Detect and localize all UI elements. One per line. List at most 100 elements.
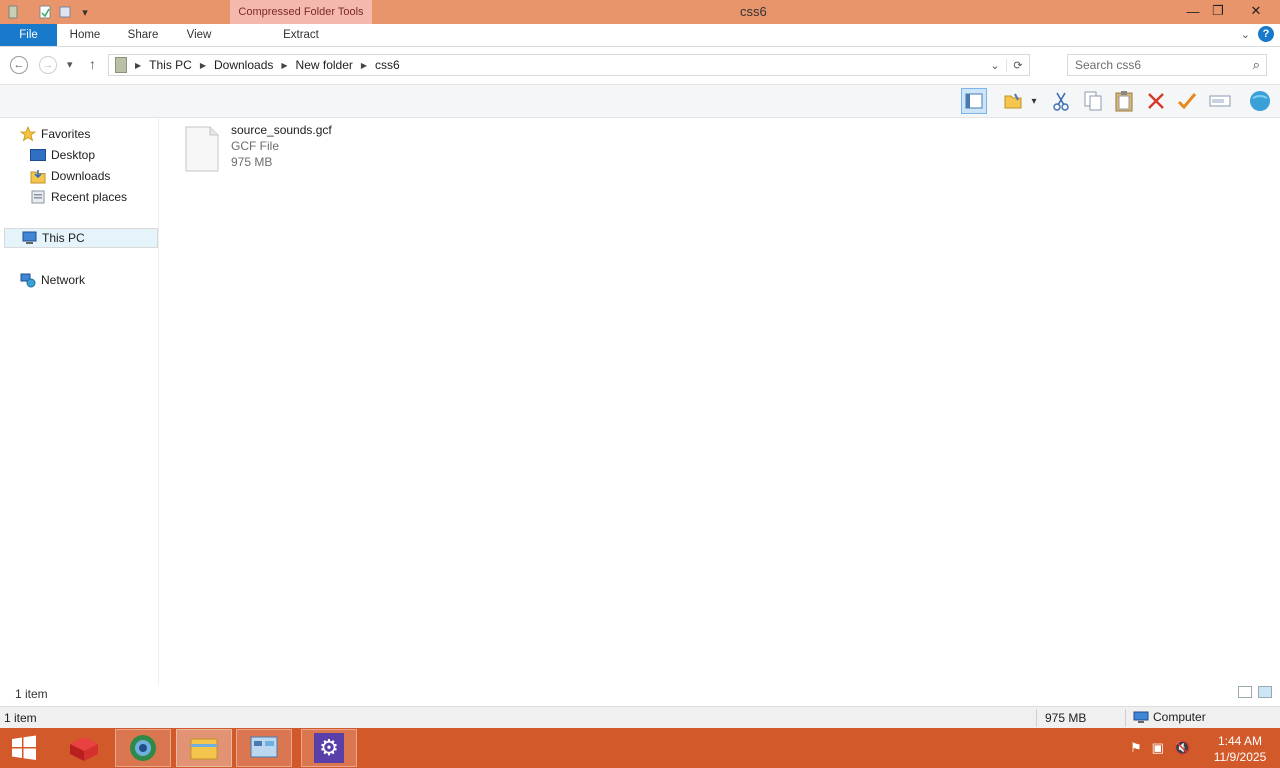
status-size: 975 MB: [1045, 711, 1087, 725]
folder-icon: [190, 738, 218, 760]
taskbar-file-explorer[interactable]: [176, 729, 232, 767]
app-box-icon: [70, 737, 98, 761]
nav-favorites-label: Favorites: [41, 127, 91, 141]
search-icon[interactable]: ⌕: [1253, 57, 1260, 73]
computer-icon: [1133, 711, 1149, 723]
nav-desktop[interactable]: Desktop: [30, 145, 95, 165]
back-button[interactable]: ←: [10, 56, 28, 74]
item-count: 1 item: [15, 687, 48, 701]
help-icon[interactable]: ?: [1258, 26, 1274, 42]
taskbar-control-panel[interactable]: [236, 729, 292, 767]
breadcrumb-separator-icon[interactable]: ▶: [135, 61, 141, 70]
clock[interactable]: 1:44 AM 11/9/2025: [1205, 733, 1275, 765]
nav-favorites[interactable]: Favorites: [20, 124, 90, 144]
large-icons-view-icon[interactable]: [1258, 686, 1272, 698]
breadcrumb-downloads[interactable]: Downloads: [214, 58, 273, 72]
tab-view[interactable]: View: [175, 24, 223, 46]
computer-icon: [21, 231, 37, 245]
taskbar-browser[interactable]: [115, 729, 171, 767]
windows-logo-icon: [12, 735, 36, 760]
details-view-icon[interactable]: [1238, 686, 1252, 698]
nav-recent-places[interactable]: Recent places: [30, 187, 127, 207]
title-bar: ▾ Compressed Folder Tools css6 — ❐ ✕: [0, 0, 1280, 24]
breadcrumb-separator-icon[interactable]: ▶: [361, 61, 367, 70]
cut-icon[interactable]: [1048, 88, 1074, 114]
check-icon[interactable]: [1174, 88, 1200, 114]
delete-icon[interactable]: [1143, 88, 1169, 114]
refresh-icon[interactable]: ⟳: [1006, 58, 1029, 72]
quick-access-toolbar: ▾: [0, 0, 92, 24]
nav-desktop-label: Desktop: [51, 148, 96, 162]
address-bar[interactable]: ▶ This PC ▶ Downloads ▶ New folder ▶ css…: [108, 54, 1030, 76]
tab-file[interactable]: File: [0, 24, 57, 46]
status-divider: [1036, 709, 1037, 727]
nav-this-pc-label: This PC: [42, 231, 85, 245]
window-title: css6: [740, 4, 767, 19]
nav-network[interactable]: Network: [20, 270, 85, 290]
breadcrumb: ▶ This PC ▶ Downloads ▶ New folder ▶ css…: [127, 58, 400, 72]
properties-icon[interactable]: [38, 5, 52, 19]
forward-arrow-icon: →: [42, 59, 54, 71]
folder-icon[interactable]: [1000, 88, 1026, 114]
window-menu-icon[interactable]: [6, 5, 20, 19]
breadcrumb-this-pc[interactable]: This PC: [149, 58, 192, 72]
system-tray: ⚑ ▣ 🔇: [1130, 728, 1190, 768]
up-button[interactable]: ↑: [89, 56, 96, 72]
nav-recent-places-label: Recent places: [51, 190, 128, 204]
command-toolbar: ▾: [0, 84, 1280, 118]
file-type: GCF File: [231, 139, 279, 153]
close-button[interactable]: ✕: [1234, 0, 1278, 22]
view-toggles: [1238, 686, 1272, 698]
address-dropdown-icon[interactable]: ⌄: [984, 59, 1006, 72]
status-item-count: 1 item: [4, 711, 37, 725]
forward-button[interactable]: →: [39, 56, 57, 74]
clock-date: 11/9/2025: [1213, 750, 1267, 764]
nav-network-label: Network: [41, 273, 86, 287]
back-arrow-icon: ←: [13, 59, 25, 71]
paste-icon[interactable]: [1111, 88, 1137, 114]
new-folder-icon[interactable]: [58, 5, 72, 19]
generic-file-icon: [184, 126, 220, 172]
start-button[interactable]: [0, 729, 48, 767]
nav-downloads[interactable]: Downloads: [30, 166, 110, 186]
desktop-icon: [30, 148, 46, 162]
rename-icon[interactable]: [1207, 88, 1233, 114]
ribbon-controls: ⌄ ?: [1241, 26, 1274, 42]
tab-home[interactable]: Home: [60, 24, 110, 46]
file-item[interactable]: source_sounds.gcf GCF File 975 MB: [184, 122, 354, 174]
expand-ribbon-icon[interactable]: ⌄: [1241, 28, 1250, 41]
search-box[interactable]: ⌕: [1067, 54, 1267, 76]
breadcrumb-new-folder[interactable]: New folder: [296, 58, 353, 72]
globe-icon: [130, 735, 156, 761]
ribbon-tabs: File Home Share View Extract ⌄ ?: [0, 24, 1280, 47]
nav-this-pc[interactable]: This PC: [4, 228, 158, 248]
downloads-icon: [30, 169, 46, 184]
nav-downloads-label: Downloads: [51, 169, 111, 183]
recent-locations-dropdown[interactable]: ▾: [67, 58, 73, 71]
file-name: source_sounds.gcf: [231, 123, 332, 137]
compressed-folder-tools-tab: Compressed Folder Tools: [230, 0, 372, 24]
search-input[interactable]: [1068, 55, 1245, 75]
breadcrumb-separator-icon[interactable]: ▶: [200, 61, 206, 70]
clock-time: 1:44 AM: [1217, 734, 1263, 748]
folder-dropdown-icon[interactable]: ▾: [1026, 88, 1042, 114]
action-center-flag-icon[interactable]: ⚑: [1130, 740, 1142, 756]
star-icon: [20, 126, 36, 142]
taskbar-app-1[interactable]: [56, 729, 112, 767]
status-location: Computer: [1133, 710, 1206, 724]
copy-icon[interactable]: [1080, 88, 1106, 114]
control-panel-icon: [250, 736, 278, 758]
breadcrumb-separator-icon[interactable]: ▶: [281, 61, 287, 70]
preview-pane-icon[interactable]: [961, 88, 987, 114]
customize-qat-icon[interactable]: ▾: [78, 5, 92, 19]
globe-icon[interactable]: [1247, 88, 1273, 114]
tab-share[interactable]: Share: [118, 24, 168, 46]
maximize-button[interactable]: ❐: [1201, 0, 1235, 22]
status-location-label: Computer: [1153, 710, 1206, 724]
network-icon: [20, 273, 36, 288]
volume-muted-icon[interactable]: 🔇: [1174, 740, 1190, 756]
tab-extract[interactable]: Extract: [230, 24, 372, 46]
network-status-icon[interactable]: ▣: [1152, 740, 1164, 756]
taskbar-settings[interactable]: ⚙: [301, 729, 357, 767]
breadcrumb-css6[interactable]: css6: [375, 58, 400, 72]
